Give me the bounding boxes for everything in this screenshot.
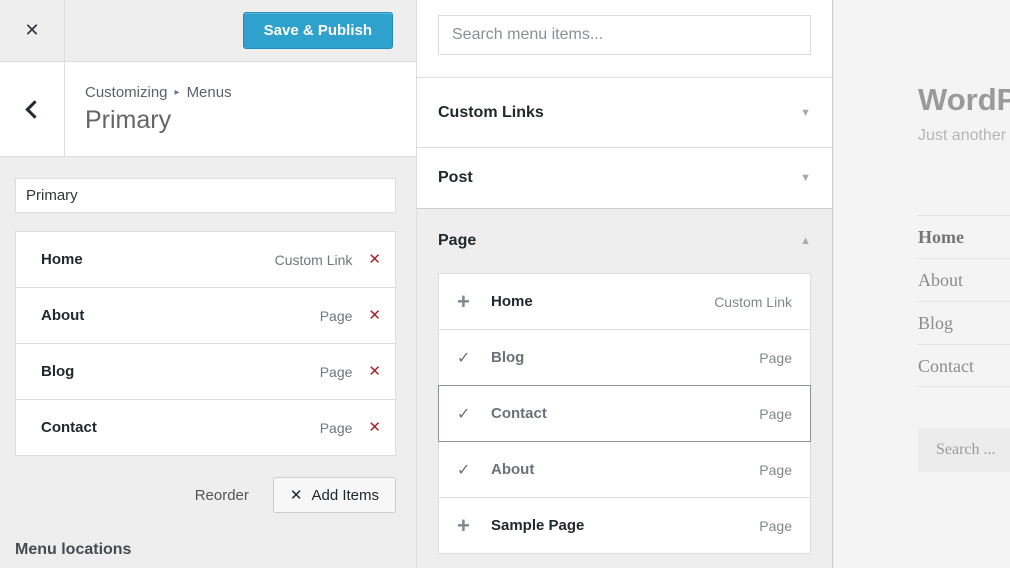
- search-area: [417, 0, 832, 78]
- section-label: Post: [438, 169, 800, 187]
- menu-item-row[interactable]: Home Custom Link: [15, 231, 396, 288]
- section-custom-links[interactable]: Custom Links ▼: [417, 78, 832, 148]
- breadcrumb-root: Customizing: [85, 84, 168, 101]
- site-preview-panel: WordPress Just another Home About Blog C…: [834, 0, 1010, 568]
- menu-name-input[interactable]: [15, 178, 396, 213]
- available-item-type: Page: [759, 518, 792, 534]
- available-item-row[interactable]: Blog Page: [438, 329, 811, 386]
- page-title: Primary: [85, 106, 232, 135]
- plus-icon: [457, 513, 491, 539]
- available-item-type: Page: [759, 350, 792, 366]
- menu-item-row[interactable]: Contact Page: [15, 399, 396, 456]
- delete-item-icon[interactable]: [368, 306, 381, 325]
- delete-item-icon[interactable]: [368, 250, 381, 269]
- available-item-label: About: [491, 461, 759, 478]
- available-item-type: Page: [759, 406, 792, 422]
- menu-item-type: Page: [320, 364, 353, 380]
- preview-nav-link[interactable]: About: [918, 258, 1010, 301]
- menu-items-list: Home Custom Link About Page Blog Page Co…: [15, 231, 396, 456]
- available-item-row[interactable]: Sample Page Page: [438, 497, 811, 554]
- customizer-topbar: Save & Publish: [0, 0, 416, 62]
- preview-nav-link[interactable]: Contact: [918, 344, 1010, 387]
- menu-item-label: Home: [41, 251, 275, 268]
- menu-item-label: Blog: [41, 363, 320, 380]
- preview-nav-link[interactable]: Blog: [918, 301, 1010, 344]
- preview-search-input[interactable]: Search ...: [918, 428, 1010, 472]
- search-menu-items-input[interactable]: [438, 15, 811, 55]
- section-label: Page: [438, 232, 800, 250]
- delete-item-icon[interactable]: [368, 418, 381, 437]
- breadcrumb-section: Menus: [187, 84, 232, 101]
- check-icon: [457, 348, 491, 368]
- add-items-label: Add Items: [311, 487, 379, 504]
- check-icon: [457, 404, 491, 424]
- section-post[interactable]: Post ▼: [417, 148, 832, 208]
- menu-actions: Reorder Add Items: [15, 477, 396, 513]
- menu-item-label: Contact: [41, 419, 320, 436]
- check-icon: [457, 460, 491, 480]
- available-item-row[interactable]: Contact Page: [438, 385, 811, 442]
- reorder-link[interactable]: Reorder: [195, 487, 249, 504]
- site-title[interactable]: WordPress: [918, 82, 1010, 118]
- available-items-panel: Custom Links ▼ Post ▼ Page ▲ Home Custom…: [417, 0, 833, 568]
- section-page-header[interactable]: Page ▲: [417, 209, 832, 273]
- available-item-row[interactable]: About Page: [438, 441, 811, 498]
- back-button[interactable]: [0, 62, 65, 156]
- preview-nav: Home About Blog Contact: [918, 215, 1010, 387]
- customizer-panel: Save & Publish Customizing ▸ Menus Prima…: [0, 0, 417, 568]
- chevron-up-icon: ▲: [800, 235, 811, 247]
- available-item-label: Contact: [491, 405, 759, 422]
- available-item-label: Blog: [491, 349, 759, 366]
- delete-item-icon[interactable]: [368, 362, 381, 381]
- menu-locations-heading: Menu locations: [15, 541, 396, 559]
- add-items-button[interactable]: Add Items: [273, 477, 396, 513]
- available-items-list: Home Custom Link Blog Page Contact Page …: [438, 273, 811, 554]
- available-item-type: Page: [759, 462, 792, 478]
- site-tagline: Just another: [918, 127, 1010, 145]
- section-page-expanded: Page ▲ Home Custom Link Blog Page Contac…: [417, 208, 832, 568]
- breadcrumb-arrow-icon: ▸: [175, 87, 180, 98]
- menu-item-type: Page: [320, 308, 353, 324]
- available-item-row[interactable]: Home Custom Link: [438, 273, 811, 330]
- menu-item-label: About: [41, 307, 320, 324]
- menu-item-type: Page: [320, 420, 353, 436]
- chevron-down-icon: ▼: [800, 107, 811, 119]
- available-item-label: Sample Page: [491, 517, 759, 534]
- menu-item-row[interactable]: About Page: [15, 287, 396, 344]
- preview-nav-link[interactable]: Home: [918, 215, 1010, 258]
- chevron-left-icon: [25, 100, 43, 118]
- breadcrumb: Customizing ▸ Menus: [85, 84, 232, 101]
- panel-body: Home Custom Link About Page Blog Page Co…: [0, 157, 416, 559]
- topbar-actions: Save & Publish: [65, 0, 416, 61]
- available-item-type: Custom Link: [714, 294, 792, 310]
- available-item-label: Home: [491, 293, 714, 310]
- menu-item-row[interactable]: Blog Page: [15, 343, 396, 400]
- chevron-down-icon: ▼: [800, 172, 811, 184]
- close-icon[interactable]: [0, 0, 65, 61]
- panel-header: Customizing ▸ Menus Primary: [0, 62, 416, 157]
- section-label: Custom Links: [438, 104, 800, 122]
- preview-content: WordPress Just another Home About Blog C…: [834, 82, 1010, 472]
- menu-item-type: Custom Link: [275, 252, 353, 268]
- save-publish-button[interactable]: Save & Publish: [243, 12, 393, 49]
- plus-icon: [457, 289, 491, 315]
- panel-header-text: Customizing ▸ Menus Primary: [65, 62, 232, 156]
